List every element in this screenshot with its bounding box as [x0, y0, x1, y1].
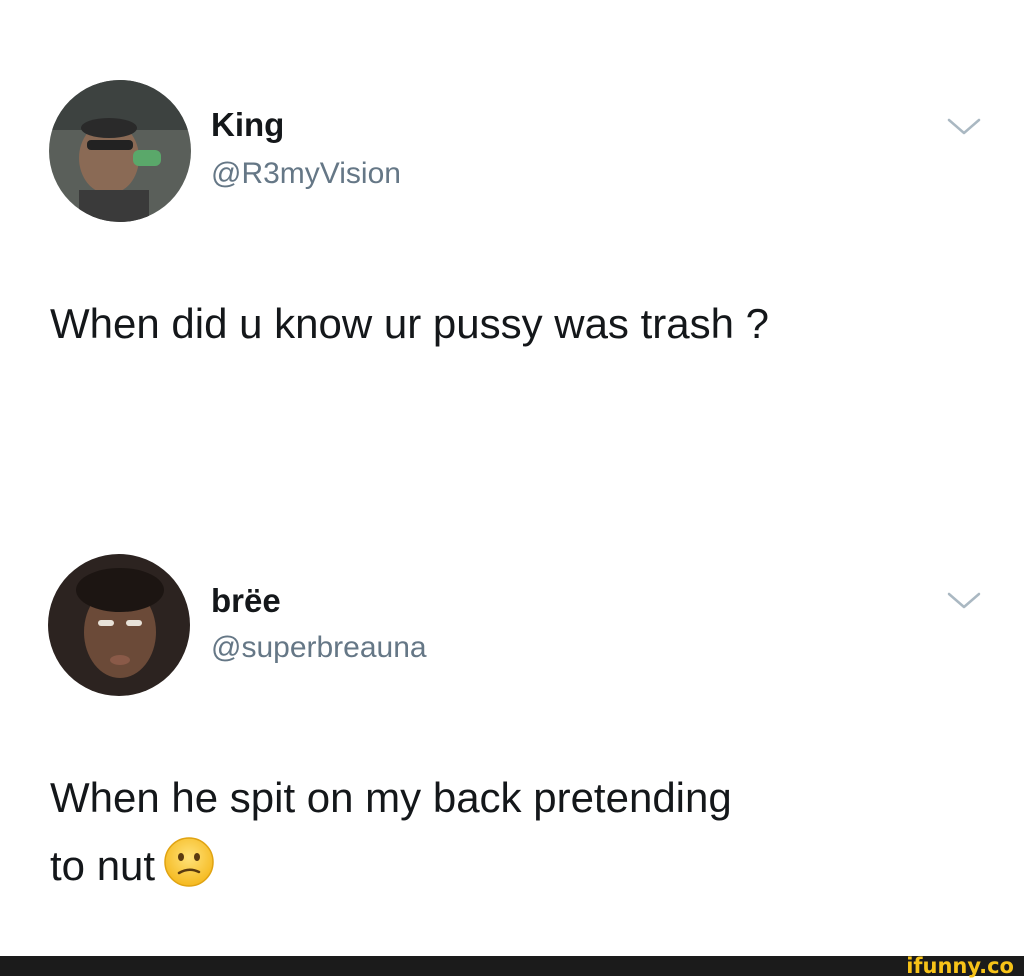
tweet-text-line-2-text: to nut — [50, 842, 156, 889]
avatar-photo — [48, 554, 190, 696]
avatar-photo — [49, 80, 191, 222]
display-name[interactable]: King — [211, 106, 284, 144]
tweet-text: When he spit on my back pretending to nu… — [50, 764, 732, 900]
confused-face-emoji — [164, 837, 214, 887]
footer-bar: ifunny.co — [0, 954, 1024, 978]
user-handle[interactable]: @superbreauna — [211, 631, 427, 665]
watermark: ifunny.co — [906, 954, 1014, 978]
avatar[interactable] — [49, 80, 191, 222]
tweet-text-line-2: to nut — [50, 832, 732, 900]
tweet-text: When did u know ur pussy was trash ? — [50, 300, 770, 347]
tweet-2: brëe @superbreauna When he spit on my ba… — [0, 520, 1024, 956]
chevron-down-icon[interactable] — [946, 590, 982, 612]
tweet-text-line-1: When he spit on my back pretending — [50, 774, 732, 821]
tweet-1: King @R3myVision When did u know ur puss… — [0, 0, 1024, 520]
display-name[interactable]: brëe — [211, 582, 281, 620]
chevron-down-icon[interactable] — [946, 116, 982, 138]
user-handle[interactable]: @R3myVision — [211, 157, 401, 191]
avatar[interactable] — [48, 554, 190, 696]
